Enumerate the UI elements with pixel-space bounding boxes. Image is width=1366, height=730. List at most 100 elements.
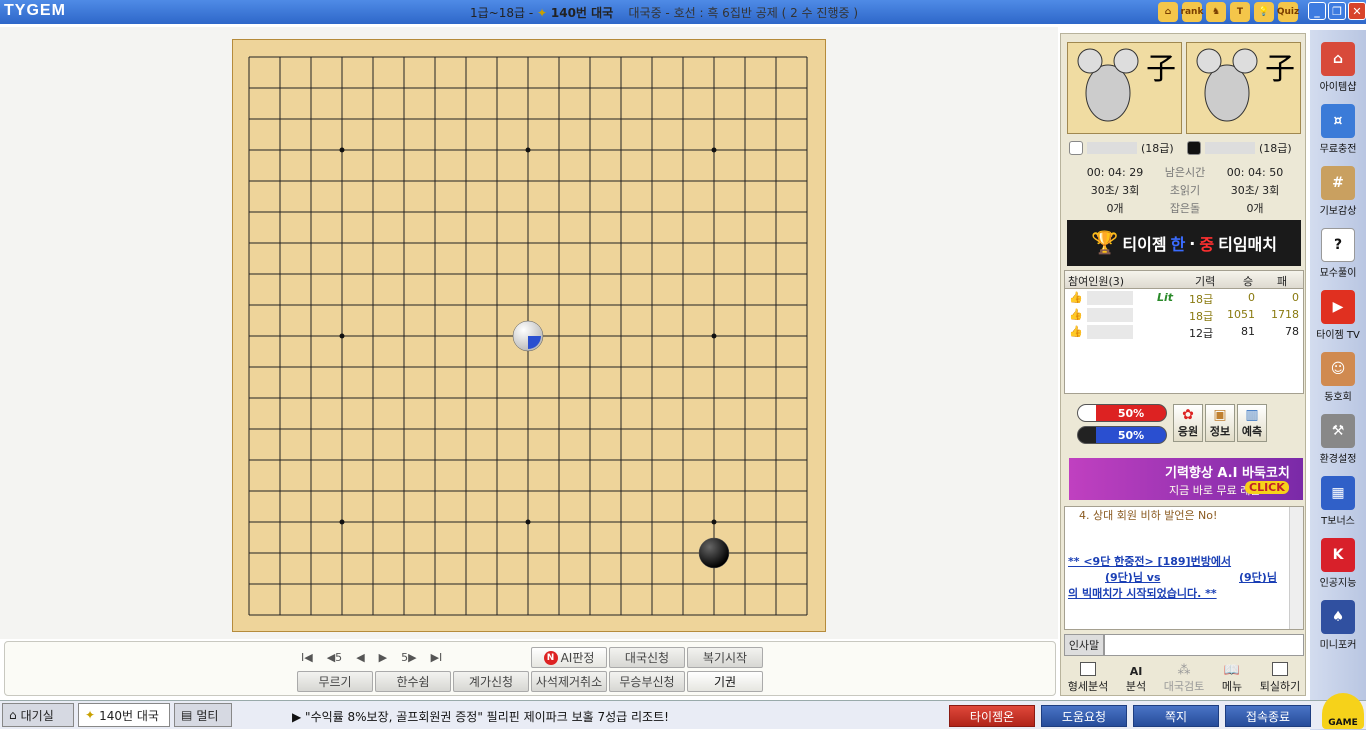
sidebar-item-card[interactable]: ♠ 미니포커 bbox=[1314, 600, 1362, 658]
home-icon[interactable]: ⌂ bbox=[1158, 2, 1178, 22]
right-sidebar: ⌂ 아이템샵 ¤ 무료충전 # 기보감상? 묘수풀이 ▶ 타이젬 TV ☺ 동호회 ⚒ 환경설정 ▦ T보너… bbox=[1310, 30, 1366, 730]
thumb-icon: 👍 bbox=[1069, 308, 1083, 321]
position-analysis-button[interactable]: 형세분석 bbox=[1064, 660, 1112, 694]
ai-coach-ad[interactable]: 기력향상 A.I 바둑코치 지금 바로 무료 레슨 CLICK bbox=[1069, 458, 1303, 500]
member-rank: 12급 bbox=[1189, 327, 1214, 340]
sidebar-item-coin[interactable]: ¤ 무료충전 bbox=[1314, 104, 1362, 162]
last-move-button[interactable]: ▶I bbox=[431, 651, 443, 664]
close-button[interactable]: ✕ bbox=[1348, 2, 1366, 20]
svg-text:子: 子 bbox=[1146, 52, 1176, 87]
exit-room-button[interactable]: 퇴실하기 bbox=[1256, 660, 1304, 694]
black-time-info: 00: 04: 50 30초/ 3회 0개 bbox=[1226, 166, 1284, 215]
sidebar-item-people[interactable]: ☺ 동호회 bbox=[1314, 352, 1362, 410]
game-icon: ✦ bbox=[85, 708, 96, 722]
white-stone-icon bbox=[1069, 141, 1083, 155]
gift-icon: ▦ bbox=[1321, 476, 1355, 510]
windows-icon: ▤ bbox=[181, 708, 193, 722]
chat-link-3[interactable]: (9단)님 bbox=[1239, 569, 1277, 585]
lobby-tab[interactable]: ⌂ 대기실 bbox=[2, 703, 74, 727]
game-button[interactable]: GAME bbox=[1322, 693, 1364, 729]
ai-n-icon: N bbox=[543, 650, 558, 665]
quiz-icon[interactable]: Quiz bbox=[1277, 2, 1299, 22]
last-move-marker bbox=[528, 336, 541, 349]
next-button[interactable]: ▶ bbox=[379, 651, 387, 664]
member-name bbox=[1087, 291, 1133, 305]
t-icon[interactable]: T bbox=[1230, 2, 1250, 22]
quit-button[interactable]: 접속종료 bbox=[1225, 705, 1311, 727]
review-start-button[interactable]: 복기시작 bbox=[687, 647, 763, 668]
sidebar-item-board[interactable]: # 기보감상 bbox=[1314, 166, 1362, 224]
note-button[interactable]: 쪽지 bbox=[1133, 705, 1219, 727]
game-tab[interactable]: ✦ 140번 대국 bbox=[78, 703, 170, 727]
chat-link-2[interactable]: (9단)님 vs bbox=[1105, 569, 1161, 585]
first-move-button[interactable]: I◀ bbox=[301, 651, 313, 664]
back5-button[interactable]: ◀5 bbox=[327, 651, 342, 664]
sidebar-item-play[interactable]: ▶ 타이젬 TV bbox=[1314, 290, 1362, 348]
sidebar-label: 아이템샵 bbox=[1319, 82, 1357, 93]
menu-button[interactable]: 📖 메뉴 bbox=[1208, 660, 1256, 694]
sidebar-item-gift[interactable]: ▦ T보너스 bbox=[1314, 476, 1362, 534]
greeting-button[interactable]: 인사말 bbox=[1064, 634, 1104, 656]
member-losses: 0 bbox=[1292, 291, 1299, 304]
minimize-button[interactable]: _ bbox=[1308, 2, 1326, 20]
forward5-button[interactable]: 5▶ bbox=[401, 651, 416, 664]
go-board[interactable] bbox=[232, 39, 826, 632]
member-row[interactable]: 👍 Lit 18급 0 0 bbox=[1065, 291, 1303, 307]
member-row[interactable]: 👍 12급 81 78 bbox=[1065, 325, 1303, 341]
help-request-button[interactable]: 도움요청 bbox=[1041, 705, 1127, 727]
pass-button[interactable]: 한수쉼 bbox=[375, 671, 451, 692]
sidebar-label: 기보감상 bbox=[1319, 206, 1357, 217]
chart-icon: ▥ bbox=[1245, 407, 1259, 423]
star-point bbox=[711, 333, 717, 339]
mouse-icon: 子 bbox=[1077, 48, 1176, 122]
shop-icon: ⌂ bbox=[1321, 42, 1355, 76]
book-icon: 📖 bbox=[1223, 663, 1241, 678]
cheer-button[interactable]: ✿ 응원 bbox=[1173, 404, 1203, 442]
ad-click-badge[interactable]: CLICK bbox=[1245, 481, 1289, 494]
game-review-button[interactable]: ⁂ 대국검토 bbox=[1160, 660, 1208, 694]
time-labels: 남은시간 초읽기 잡은돌 bbox=[1164, 166, 1206, 215]
title-bar: TYGEM 1급~18급 - ✦ 140번 대국 대국중 - 호선 : 흑 6집… bbox=[0, 0, 1366, 24]
flower-icon: ✿ bbox=[1182, 407, 1194, 423]
ai-analysis-button[interactable]: AI 분석 bbox=[1112, 660, 1160, 694]
restore-button[interactable]: ❐ bbox=[1328, 2, 1346, 20]
tygem-on-button[interactable]: 타이젬온 bbox=[949, 705, 1035, 727]
sidebar-item-wrench[interactable]: ⚒ 환경설정 bbox=[1314, 414, 1362, 472]
star-point bbox=[711, 519, 717, 525]
board-grid[interactable] bbox=[233, 40, 827, 633]
chat-input[interactable] bbox=[1104, 634, 1304, 656]
house-icon: ⌂ bbox=[9, 708, 17, 722]
move-navigation: I◀ ◀5 ◀ ▶ 5▶ ▶I bbox=[301, 651, 442, 664]
info-button[interactable]: ▣ 정보 bbox=[1205, 404, 1235, 442]
chat-link-4[interactable]: 의 빅매치가 시작되었습니다. ** bbox=[1068, 585, 1217, 601]
time-match-banner[interactable]: 🏆 티이젬 한 · 중 티임매치 bbox=[1067, 220, 1301, 266]
multi-tab[interactable]: ▤ 멀티 bbox=[174, 703, 232, 727]
mouse-icon[interactable]: ♞ bbox=[1206, 2, 1226, 22]
game-apply-button[interactable]: 대국신청 bbox=[609, 647, 685, 668]
right-panel: 子 子 (18급) (18급) 00: 04: 29 30초/ 3회 0개 남은시간… bbox=[1060, 33, 1306, 696]
chat-link-1[interactable]: ** <9단 한중전> [189]번방에서 bbox=[1068, 553, 1231, 569]
undo-button[interactable]: 무르기 bbox=[297, 671, 373, 692]
prev-button[interactable]: ◀ bbox=[356, 651, 364, 664]
white-time-info: 00: 04: 29 30초/ 3회 0개 bbox=[1086, 166, 1144, 215]
chat-scrollbar[interactable] bbox=[1289, 507, 1303, 629]
member-badge: Lit bbox=[1157, 291, 1174, 304]
sidebar-item-katago[interactable]: K 인공지능 bbox=[1314, 538, 1362, 596]
rank-icon[interactable]: rank bbox=[1181, 2, 1203, 22]
resign-button[interactable]: 기권 bbox=[687, 671, 763, 692]
member-row[interactable]: 👍 18급 1051 1718 bbox=[1065, 308, 1303, 324]
count-request-button[interactable]: 계가신청 bbox=[453, 671, 529, 692]
sidebar-item-shop[interactable]: ⌂ 아이템샵 bbox=[1314, 42, 1362, 100]
bulb-icon[interactable]: 💡 bbox=[1254, 2, 1274, 22]
sidebar-item-question[interactable]: ? 묘수풀이 bbox=[1314, 228, 1362, 286]
black-player-avatar: 子 bbox=[1186, 42, 1301, 134]
coin-icon: ¤ bbox=[1321, 104, 1355, 138]
ai-judge-button[interactable]: N AI판정 bbox=[531, 647, 607, 668]
star-point bbox=[525, 147, 531, 153]
news-ticker[interactable]: ▶ "수익률 8%보장, 골프회원권 증정" 필리핀 제이파크 보홀 7성급 리… bbox=[292, 708, 669, 725]
member-wins: 81 bbox=[1241, 325, 1255, 338]
remove-dead-button[interactable]: 사석제거취소 bbox=[531, 671, 607, 692]
member-rank: 18급 bbox=[1189, 310, 1214, 323]
draw-request-button[interactable]: 무승부신청 bbox=[609, 671, 685, 692]
predict-button[interactable]: ▥ 예측 bbox=[1237, 404, 1267, 442]
